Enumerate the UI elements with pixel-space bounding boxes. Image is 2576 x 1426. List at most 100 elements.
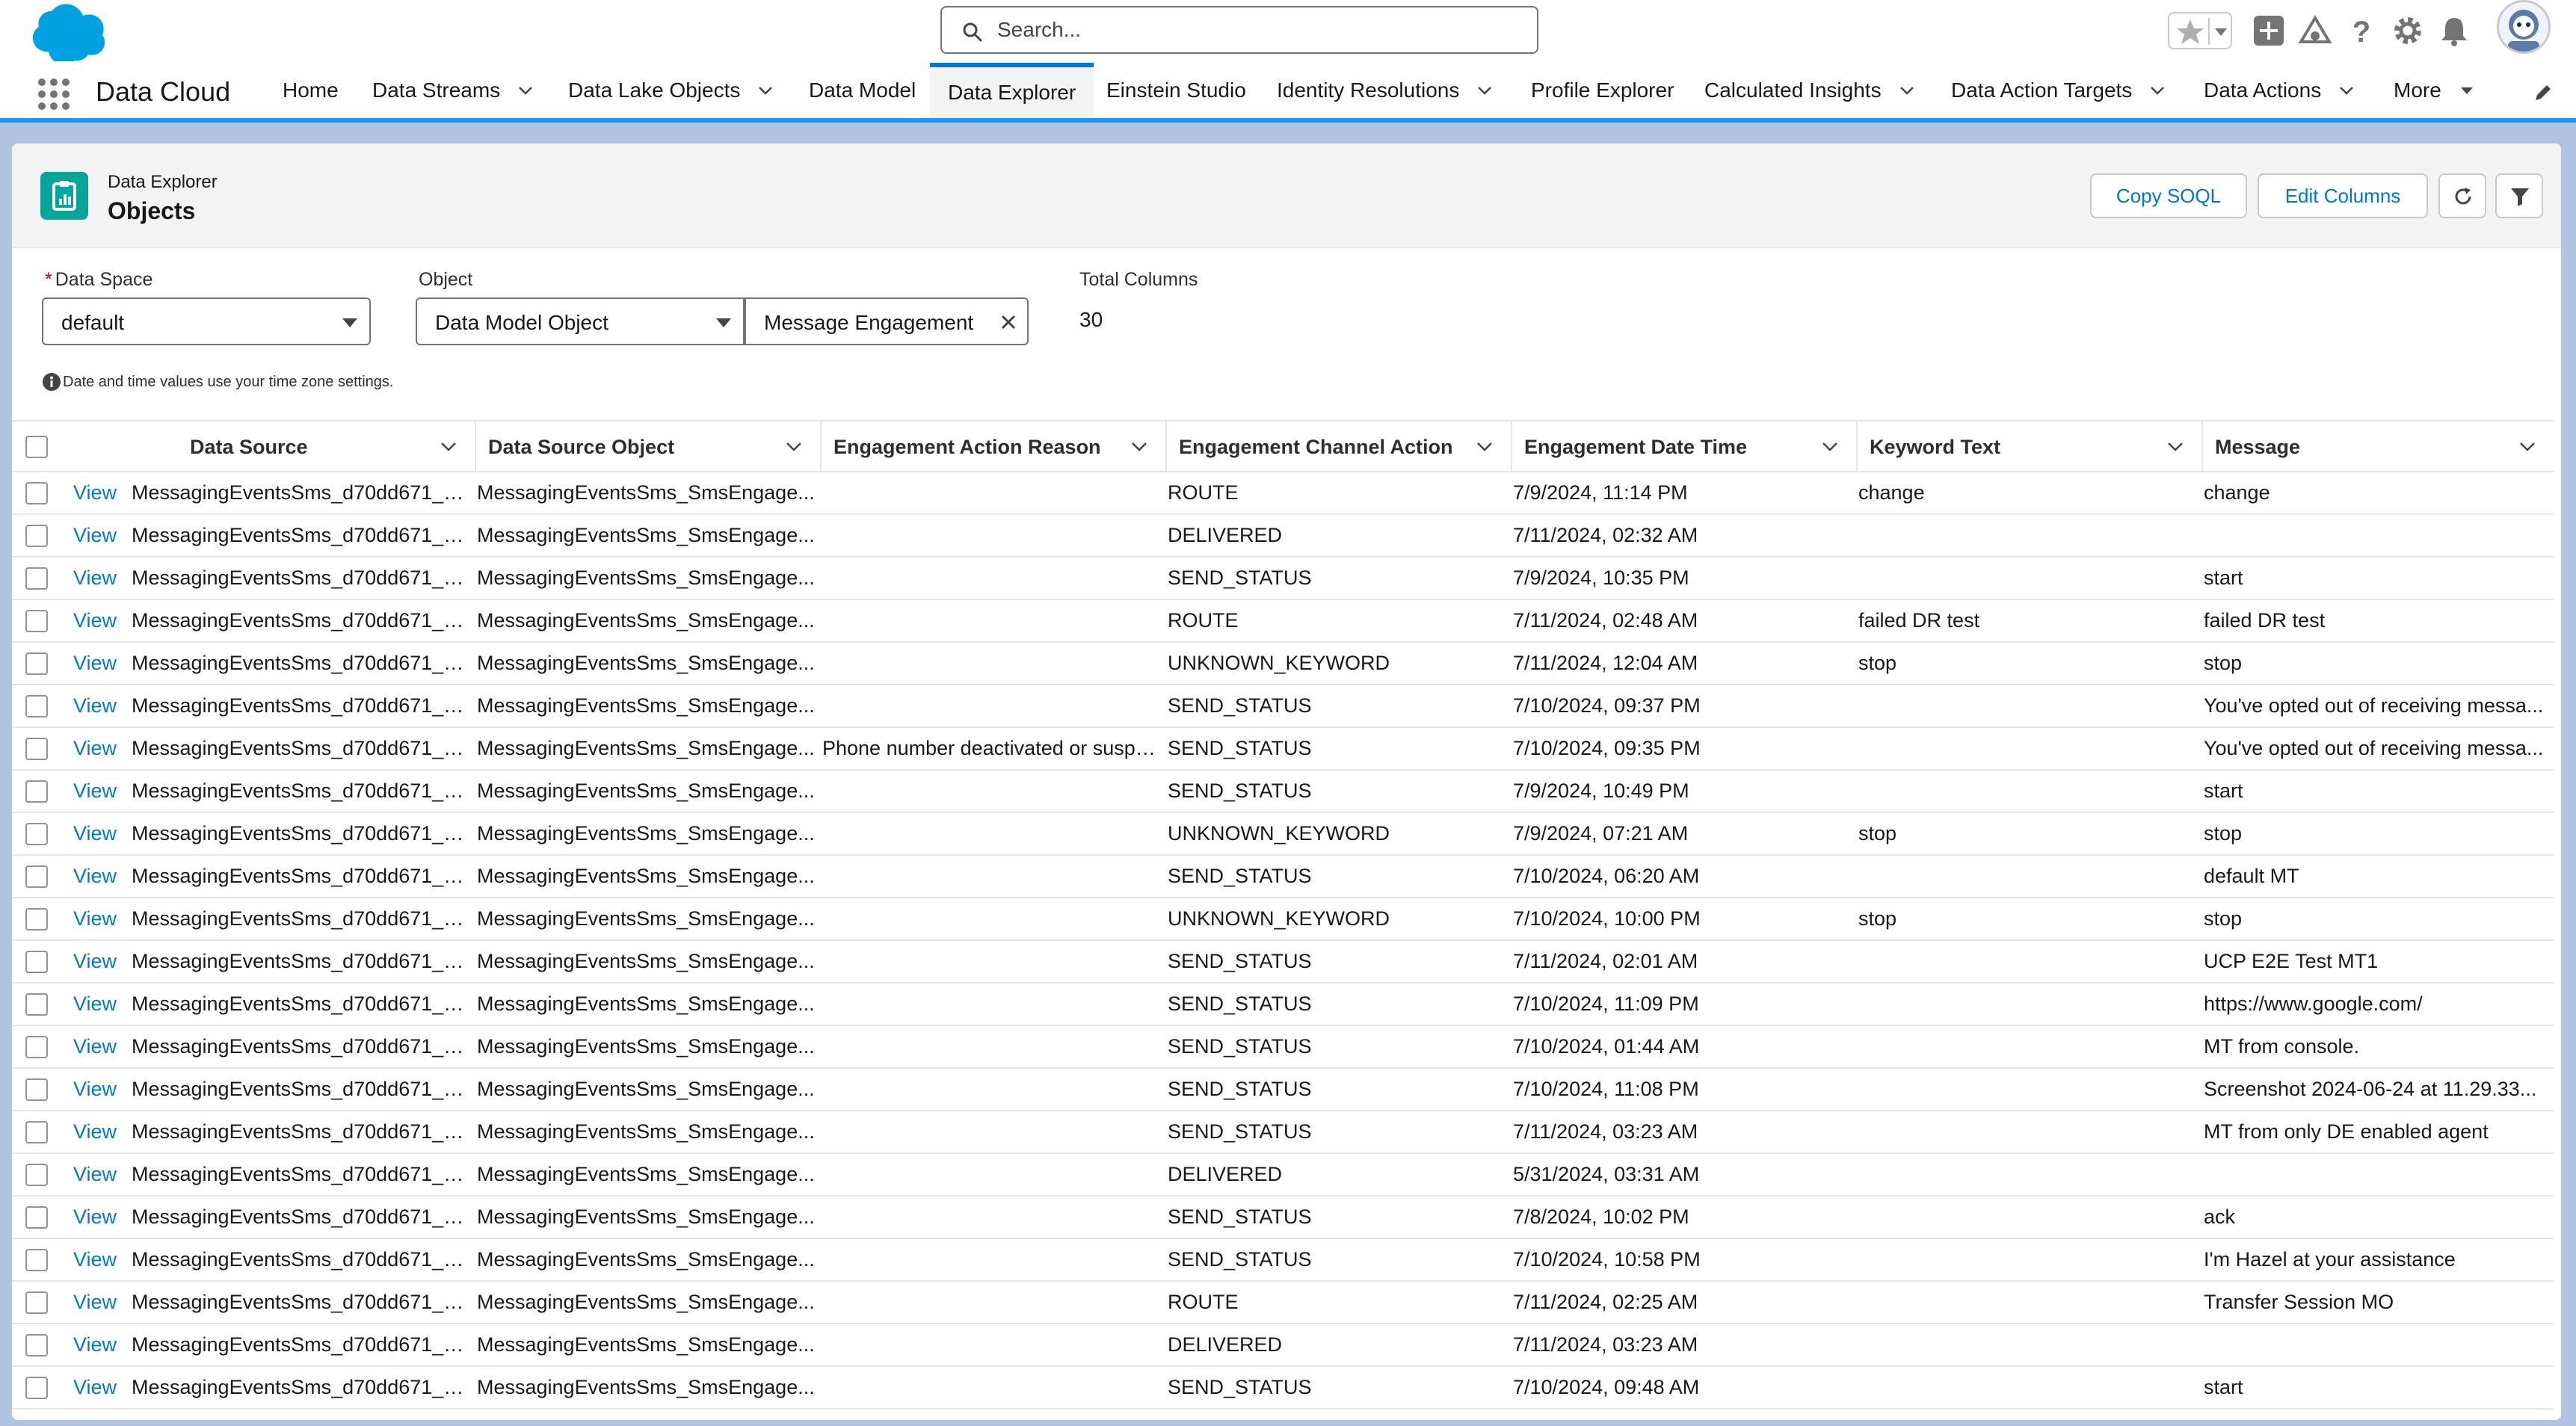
row-checkbox[interactable] (25, 1334, 48, 1357)
view-link[interactable]: View (73, 1333, 117, 1356)
view-link[interactable]: View (73, 1206, 117, 1228)
chevron-down-icon[interactable] (1476, 81, 1494, 99)
chevron-down-icon[interactable] (2518, 439, 2537, 454)
select-all-checkbox[interactable] (25, 435, 48, 458)
row-checkbox[interactable] (25, 1206, 48, 1229)
gear-icon[interactable] (2389, 12, 2426, 49)
help-icon[interactable]: ? (2343, 12, 2380, 49)
cell-engagement-date-time: 7/10/2024, 10:58 PM (1512, 1238, 1857, 1282)
view-link[interactable]: View (73, 481, 117, 504)
view-link[interactable]: View (73, 1163, 117, 1185)
refresh-button[interactable] (2438, 173, 2486, 218)
view-link[interactable]: View (73, 907, 117, 930)
column-header-message[interactable]: Message (2202, 420, 2554, 472)
row-checkbox[interactable] (25, 951, 48, 974)
column-header-data-source-object[interactable]: Data Source Object (475, 420, 822, 472)
chevron-down-icon[interactable] (784, 439, 804, 454)
column-header-keyword-text[interactable]: Keyword Text (1857, 420, 2203, 472)
view-link[interactable]: View (73, 567, 117, 589)
chevron-down-icon[interactable] (1820, 439, 1840, 454)
nav-item-home[interactable]: Home (283, 63, 339, 118)
view-link[interactable]: View (73, 780, 117, 802)
app-launcher-icon[interactable] (37, 78, 70, 111)
view-link[interactable]: View (73, 524, 117, 546)
chevron-down-icon[interactable] (2211, 18, 2231, 45)
object-type-select[interactable]: Data Model Object (416, 297, 745, 345)
chevron-down-icon[interactable] (2338, 81, 2355, 99)
row-checkbox[interactable] (25, 865, 48, 889)
nav-item-data-model[interactable]: Data Model (809, 63, 916, 118)
nav-item-data-explorer[interactable]: Data Explorer (930, 63, 1094, 118)
view-link[interactable]: View (73, 609, 117, 632)
view-link[interactable]: View (73, 1120, 117, 1143)
object-name-field[interactable]: Message Engagement (745, 297, 1029, 345)
column-header-engagement-action-reason[interactable]: Engagement Action Reason (821, 420, 1167, 472)
view-link[interactable]: View (73, 1376, 117, 1398)
row-checkbox[interactable] (25, 610, 48, 633)
view-link[interactable]: View (73, 1078, 117, 1100)
chevron-down-icon[interactable] (517, 81, 534, 99)
nav-item-data-actions[interactable]: Data Actions (2204, 63, 2355, 118)
row-checkbox[interactable] (25, 1291, 48, 1315)
view-link[interactable]: View (73, 950, 117, 972)
global-search[interactable] (940, 6, 1538, 54)
chevron-down-icon[interactable] (757, 81, 774, 99)
nav-item-more[interactable]: More (2394, 63, 2476, 118)
chevron-down-icon[interactable] (2148, 81, 2166, 99)
chevron-down-icon[interactable] (1475, 439, 1494, 454)
bell-icon[interactable] (2435, 12, 2473, 49)
avatar[interactable] (2497, 0, 2551, 54)
row-checkbox[interactable] (25, 1377, 48, 1400)
chevron-down-icon[interactable] (1130, 439, 1149, 454)
caret-down-icon[interactable] (2458, 81, 2476, 99)
chevron-down-icon[interactable] (2166, 439, 2185, 454)
chevron-down-icon[interactable] (1898, 81, 1916, 99)
view-link[interactable]: View (73, 1035, 117, 1058)
row-checkbox[interactable] (25, 1249, 48, 1272)
favorite-star-icon[interactable] (2174, 16, 2207, 46)
view-link[interactable]: View (73, 993, 117, 1015)
view-link[interactable]: View (73, 1291, 117, 1313)
column-header-engagement-channel-action[interactable]: Engagement Channel Action (1166, 420, 1512, 472)
view-link[interactable]: View (73, 1248, 117, 1271)
view-link[interactable]: View (73, 865, 117, 887)
data-space-select[interactable]: default (42, 297, 371, 345)
close-icon[interactable] (997, 311, 1020, 333)
edit-pencil-icon[interactable] (2531, 81, 2555, 105)
row-checkbox[interactable] (25, 1078, 48, 1102)
row-checkbox[interactable] (25, 780, 48, 803)
search-input[interactable] (997, 7, 1520, 52)
column-header-engagement-date-time[interactable]: Engagement Date Time (1512, 420, 1858, 472)
row-checkbox[interactable] (25, 482, 48, 505)
edit-columns-button[interactable]: Edit Columns (2258, 173, 2428, 218)
filter-button[interactable] (2495, 173, 2543, 218)
copy-soql-button[interactable]: Copy SOQL (2090, 173, 2247, 218)
salesforce-cloud-logo[interactable] (15, 1, 105, 61)
chevron-down-icon[interactable] (439, 439, 458, 454)
nav-item-data-streams[interactable]: Data Streams (372, 63, 534, 118)
trailhead-icon[interactable] (2296, 12, 2334, 49)
nav-item-data-lake-objects[interactable]: Data Lake Objects (568, 63, 774, 118)
view-link[interactable]: View (73, 822, 117, 845)
row-checkbox[interactable] (25, 567, 48, 590)
row-checkbox[interactable] (25, 652, 48, 676)
row-checkbox[interactable] (25, 993, 48, 1016)
nav-item-data-action-targets[interactable]: Data Action Targets (1951, 63, 2166, 118)
row-checkbox[interactable] (25, 823, 48, 846)
row-checkbox[interactable] (25, 1121, 48, 1144)
row-checkbox[interactable] (25, 1036, 48, 1059)
row-checkbox[interactable] (25, 1164, 48, 1187)
column-header-data-source[interactable]: Data Source (130, 420, 476, 472)
nav-item-identity-resolutions[interactable]: Identity Resolutions (1277, 63, 1494, 118)
nav-item-calculated-insights[interactable]: Calculated Insights (1704, 63, 1916, 118)
view-link[interactable]: View (73, 737, 117, 759)
add-icon[interactable] (2250, 12, 2287, 49)
view-link[interactable]: View (73, 694, 117, 717)
row-checkbox[interactable] (25, 525, 48, 548)
view-link[interactable]: View (73, 652, 117, 674)
nav-item-einstein-studio[interactable]: Einstein Studio (1106, 63, 1246, 118)
row-checkbox[interactable] (25, 695, 48, 718)
nav-item-profile-explorer[interactable]: Profile Explorer (1531, 63, 1674, 118)
row-checkbox[interactable] (25, 738, 48, 761)
row-checkbox[interactable] (25, 908, 48, 931)
